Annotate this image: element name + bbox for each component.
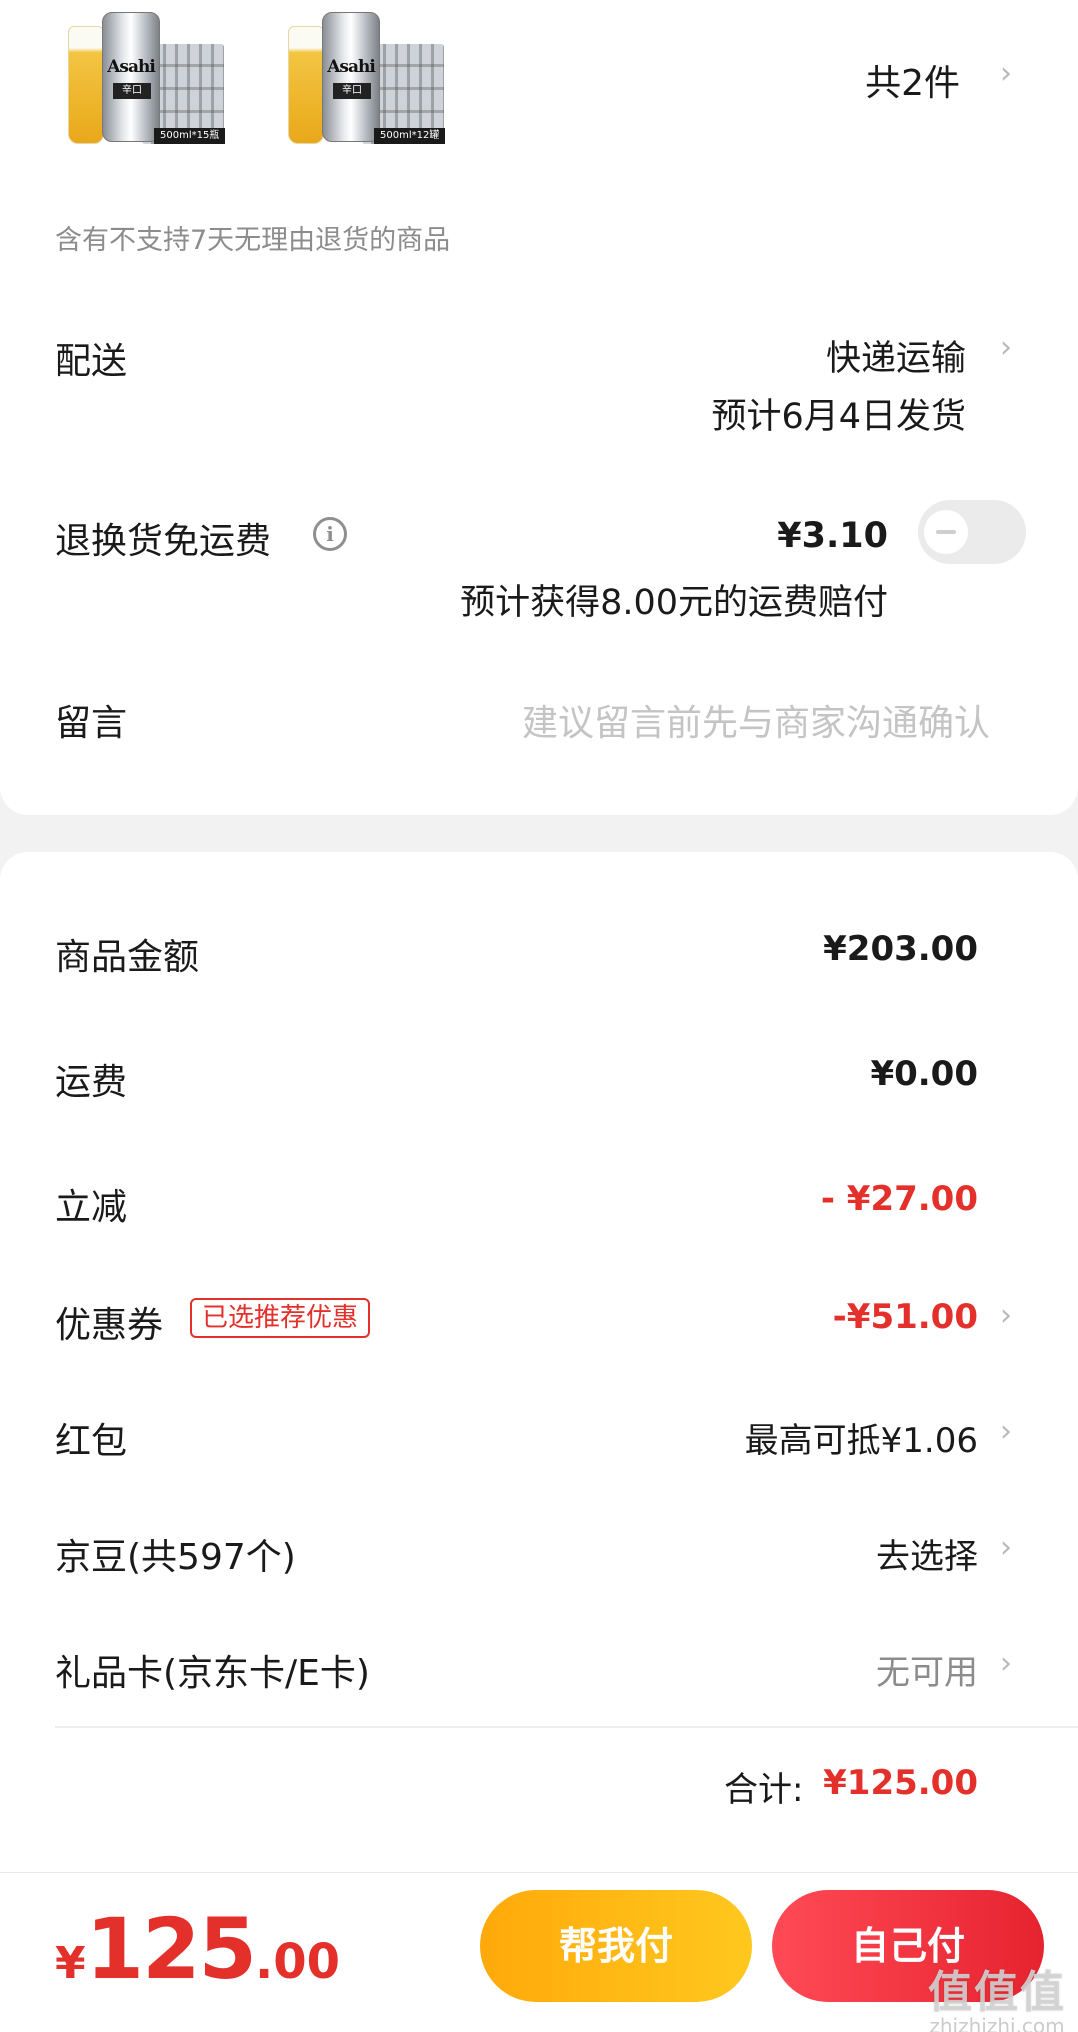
- beer-can-image: Asahi 辛口: [102, 12, 160, 142]
- return-shipping-price: ¥3.10: [777, 516, 888, 556]
- help-me-pay-button[interactable]: 帮我付: [480, 1890, 752, 2002]
- toggle-knob: [924, 510, 968, 554]
- chevron-right-icon[interactable]: ›: [1000, 1414, 1012, 1449]
- goods-amount-value: ¥203.00: [823, 929, 978, 969]
- beer-can-image: Asahi 辛口: [322, 12, 380, 142]
- gift-card-value[interactable]: 无可用: [876, 1645, 978, 1694]
- pack-size-tag: 500ml*15瓶: [154, 128, 226, 144]
- delivery-eta: 预计6月4日发货: [711, 397, 966, 437]
- red-packet-label: 红包: [55, 1421, 128, 1462]
- goods-amount-label: 商品金额: [55, 937, 200, 978]
- return-shipping-label: 退换货免运费: [55, 521, 272, 562]
- coupon-label: 优惠券: [55, 1305, 164, 1346]
- watermark-logo-text: 值值值: [928, 1967, 1066, 2018]
- product-thumbnail[interactable]: Asahi 辛口 500ml*15瓶: [62, 10, 227, 150]
- price-integer: 125: [85, 1900, 257, 1998]
- currency-symbol: ¥: [55, 1938, 86, 1989]
- summary-divider: [55, 1726, 1078, 1728]
- chevron-right-icon[interactable]: ›: [1000, 330, 1012, 365]
- site-watermark: 值值值 zhizhizhi.com: [928, 1956, 1066, 2032]
- gift-card-label: 礼品卡(京东卡/E卡): [55, 1653, 370, 1694]
- chevron-right-icon[interactable]: ›: [1000, 1646, 1012, 1681]
- can-label-text: 辛口: [333, 83, 371, 99]
- price-decimal: .00: [254, 1934, 340, 1990]
- item-count[interactable]: 共2件: [865, 54, 960, 106]
- chevron-right-icon[interactable]: ›: [1000, 1298, 1012, 1333]
- delivery-label: 配送: [55, 341, 128, 382]
- total-label: 合计:: [724, 1770, 804, 1810]
- jingdou-label: 京豆(共597个): [55, 1537, 296, 1578]
- coupon-recommended-badge: 已选推荐优惠: [190, 1298, 371, 1338]
- shipping-fee-value: ¥0.00: [870, 1054, 978, 1094]
- price-summary-card: [0, 852, 1078, 1872]
- info-icon[interactable]: i: [313, 517, 347, 551]
- footer-total-price: ¥125.00: [55, 1900, 340, 1998]
- total-amount: ¥125.00: [823, 1763, 978, 1803]
- coupon-value[interactable]: -¥51.00: [833, 1297, 978, 1337]
- shipping-fee-label: 运费: [55, 1062, 128, 1103]
- chevron-right-icon[interactable]: ›: [1000, 1530, 1012, 1565]
- can-brand-text: Asahi: [107, 57, 156, 77]
- shipping-compensation-note: 预计获得8.00元的运费赔付: [460, 583, 888, 623]
- message-label: 留言: [55, 703, 128, 744]
- delivery-method[interactable]: 快递运输: [826, 330, 966, 381]
- return-policy-notice: 含有不支持7天无理由退货的商品: [55, 225, 451, 256]
- can-label-text: 辛口: [113, 83, 151, 99]
- instant-discount-value: - ¥27.00: [820, 1179, 978, 1219]
- can-brand-text: Asahi: [327, 57, 376, 77]
- instant-discount-label: 立减: [55, 1187, 128, 1228]
- beer-glass-image: [68, 26, 104, 144]
- jingdou-value[interactable]: 去选择: [876, 1529, 978, 1578]
- return-shipping-toggle[interactable]: [918, 500, 1026, 564]
- message-input[interactable]: 建议留言前先与商家沟通确认: [522, 694, 990, 746]
- red-packet-value[interactable]: 最高可抵¥1.06: [745, 1413, 978, 1462]
- product-thumbnail[interactable]: Asahi 辛口 500ml*12罐: [282, 10, 447, 150]
- chevron-right-icon[interactable]: ›: [1000, 56, 1012, 91]
- watermark-domain: zhizhizhi.com: [929, 2014, 1065, 2032]
- beer-glass-image: [288, 26, 324, 144]
- pack-size-tag: 500ml*12罐: [374, 128, 446, 144]
